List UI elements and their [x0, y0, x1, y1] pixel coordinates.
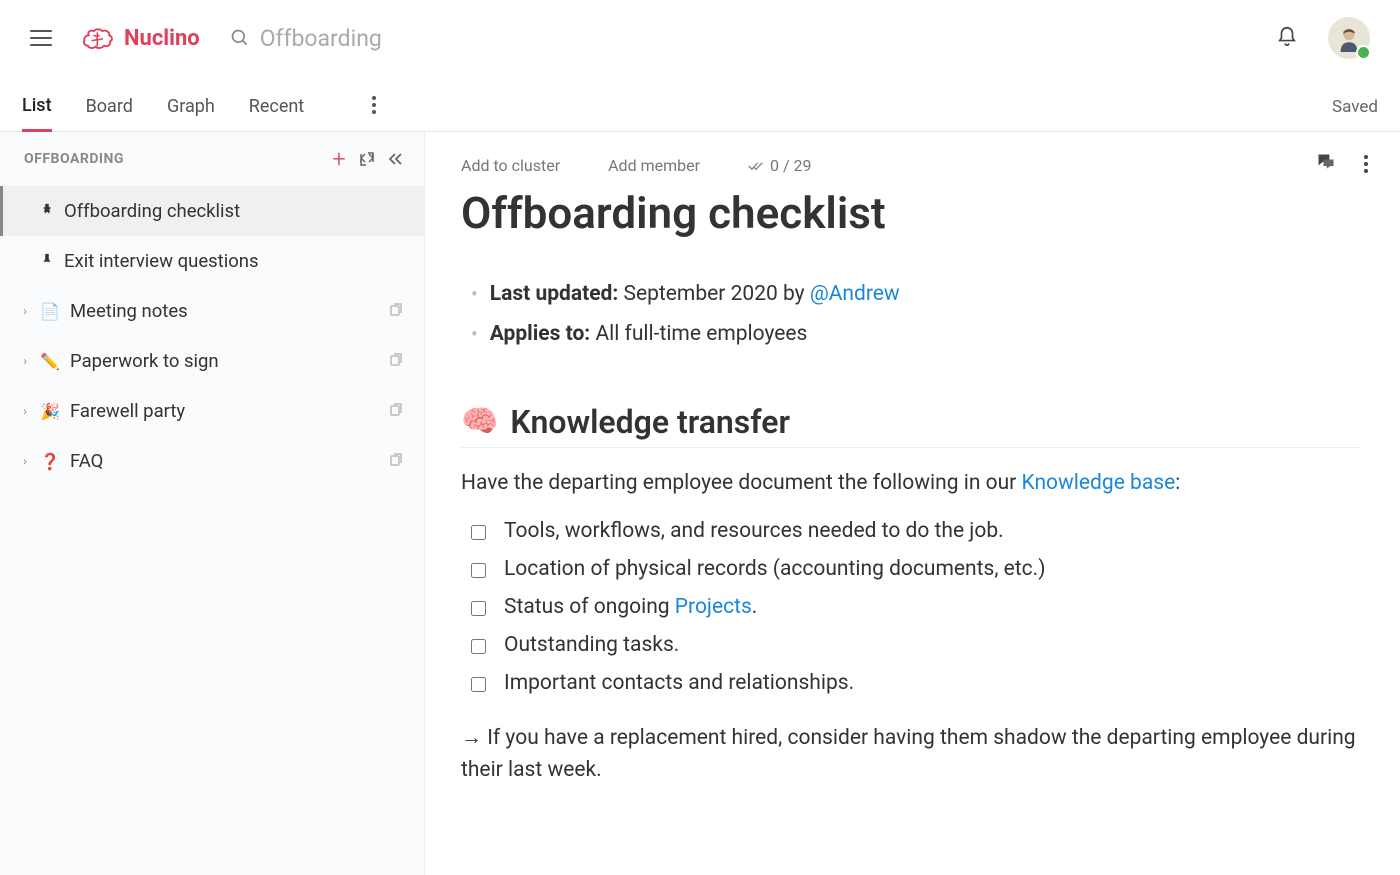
- copy-icon: [388, 350, 404, 372]
- question-emoji-icon: ❓: [40, 452, 60, 471]
- user-mention[interactable]: @Andrew: [810, 282, 900, 306]
- projects-link[interactable]: Projects: [675, 595, 752, 619]
- checkbox[interactable]: [471, 639, 486, 654]
- search-placeholder: Offboarding: [260, 25, 382, 52]
- sidebar-item-label: Offboarding checklist: [64, 200, 404, 222]
- doc-info-updated: • Last updated: September 2020 by @Andre…: [471, 275, 1360, 315]
- party-emoji-icon: 🎉: [40, 402, 60, 421]
- pin-icon: [40, 200, 54, 222]
- sidebar-item-paperwork[interactable]: › ✏️ Paperwork to sign: [0, 336, 424, 386]
- workspace-title: OFFBOARDING: [24, 151, 320, 167]
- pencil-emoji-icon: ✏️: [40, 352, 60, 371]
- tab-list[interactable]: List: [22, 95, 52, 132]
- document-more-button[interactable]: [1364, 155, 1368, 173]
- section-intro: Have the departing employee document the…: [461, 468, 1360, 500]
- doc-info-applies: • Applies to: All full-time employees: [471, 315, 1360, 355]
- copy-icon: [388, 300, 404, 322]
- app-name: Nuclino: [124, 26, 200, 51]
- section-title: Knowledge transfer: [510, 403, 790, 441]
- chevron-right-icon: ›: [20, 454, 30, 468]
- checklist-item: Tools, workflows, and resources needed t…: [471, 519, 1360, 543]
- checklist-item: Important contacts and relationships.: [471, 671, 1360, 695]
- sidebar-item-faq[interactable]: › ❓ FAQ: [0, 436, 424, 486]
- brain-emoji-icon: 🧠: [461, 404, 498, 439]
- document-content: Add to cluster Add member 0 / 29 Offboar…: [425, 132, 1400, 875]
- chevron-right-icon: ›: [20, 304, 30, 318]
- checklist-item: Location of physical records (accounting…: [471, 557, 1360, 581]
- tasks-progress[interactable]: 0 / 29: [748, 156, 812, 175]
- checkbox[interactable]: [471, 563, 486, 578]
- brain-logo-icon: [82, 24, 116, 52]
- bullet-icon: •: [471, 315, 478, 353]
- checklist-item: Status of ongoing Projects.: [471, 595, 1360, 619]
- search-bar[interactable]: Offboarding: [230, 25, 1276, 52]
- menu-button[interactable]: [30, 26, 54, 50]
- section-note: → If you have a replacement hired, consi…: [461, 723, 1360, 786]
- sidebar: OFFBOARDING + › Offboarding checklist › …: [0, 132, 425, 875]
- collapse-sidebar-button[interactable]: [386, 150, 404, 168]
- sidebar-item-label: Meeting notes: [70, 300, 378, 322]
- document-title[interactable]: Offboarding checklist: [461, 187, 1360, 239]
- sidebar-item-label: Exit interview questions: [64, 250, 404, 272]
- user-avatar[interactable]: [1328, 17, 1370, 59]
- copy-icon: [388, 400, 404, 422]
- sidebar-item-label: Farewell party: [70, 400, 378, 422]
- chevron-right-icon: ›: [20, 404, 30, 418]
- expand-button[interactable]: [358, 150, 376, 168]
- copy-icon: [388, 450, 404, 472]
- sidebar-item-farewell-party[interactable]: › 🎉 Farewell party: [0, 386, 424, 436]
- chevron-right-icon: ›: [20, 354, 30, 368]
- bell-icon: [1276, 25, 1298, 47]
- checkbox[interactable]: [471, 601, 486, 616]
- checkbox[interactable]: [471, 525, 486, 540]
- checkbox[interactable]: [471, 677, 486, 692]
- comments-button[interactable]: [1316, 152, 1336, 176]
- notifications-button[interactable]: [1276, 25, 1298, 51]
- tab-recent[interactable]: Recent: [249, 96, 304, 131]
- sidebar-item-meeting-notes[interactable]: › 📄 Meeting notes: [0, 286, 424, 336]
- save-status: Saved: [1332, 97, 1378, 131]
- chat-icon: [1316, 152, 1336, 172]
- chevron-double-left-icon: [387, 151, 403, 167]
- sidebar-item-exit-interview[interactable]: › Exit interview questions: [0, 236, 424, 286]
- checklist-item: Outstanding tasks.: [471, 633, 1360, 657]
- tab-graph[interactable]: Graph: [167, 96, 215, 131]
- add-item-button[interactable]: +: [330, 150, 348, 168]
- add-member-button[interactable]: Add member: [608, 156, 700, 175]
- sidebar-item-offboarding-checklist[interactable]: › Offboarding checklist: [0, 186, 424, 236]
- bullet-icon: •: [471, 275, 478, 313]
- knowledge-base-link[interactable]: Knowledge base: [1022, 471, 1176, 495]
- sidebar-item-label: FAQ: [70, 450, 378, 472]
- search-icon: [230, 28, 250, 48]
- app-logo[interactable]: Nuclino: [82, 24, 200, 52]
- add-cluster-button[interactable]: Add to cluster: [461, 156, 560, 175]
- double-check-icon: [748, 161, 764, 171]
- view-more-button[interactable]: [368, 96, 380, 130]
- section-knowledge-transfer: 🧠 Knowledge transfer: [461, 403, 1360, 448]
- pin-icon: [40, 250, 54, 272]
- sidebar-item-label: Paperwork to sign: [70, 350, 378, 372]
- avatar-face-icon: [1335, 24, 1363, 52]
- document-emoji-icon: 📄: [40, 302, 60, 321]
- tab-board[interactable]: Board: [86, 96, 133, 131]
- expand-icon: [359, 151, 375, 167]
